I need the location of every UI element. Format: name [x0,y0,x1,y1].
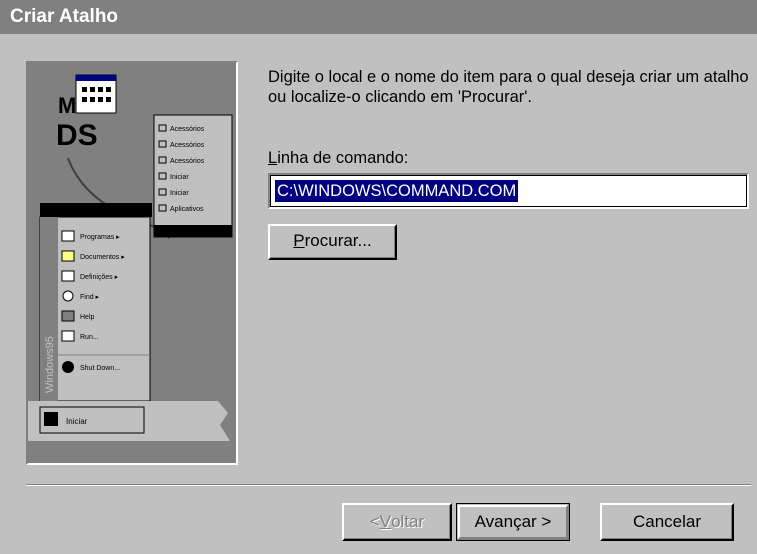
start-button-label: Iniciar [66,417,88,426]
svg-text:Windows95: Windows95 [44,336,56,393]
svg-text:Iniciar: Iniciar [170,174,189,181]
svg-text:Programas ▸: Programas ▸ [80,234,120,241]
window-title: Criar Atalho [10,6,119,27]
svg-text:Find ▸: Find ▸ [80,294,100,301]
submenu-item: Acessórios [170,126,205,133]
svg-text:Definições ▸: Definições ▸ [80,274,119,281]
footer-separator [26,484,751,486]
instruction-text: Digite o local e o nome do item para o q… [268,68,749,106]
command-line-value: C:\WINDOWS\COMMAND.COM [275,180,519,202]
back-mnemonic: V [379,512,392,531]
svg-text:Run...: Run... [80,334,99,341]
next-label: Avançar > [474,512,552,531]
label-text: inha de comando: [277,149,409,167]
illustration-graphic: M DS Acessórios Acessórios Acessórios In… [28,63,236,463]
title-bar[interactable]: Criar Atalho [0,0,757,34]
command-line-input[interactable]: C:\WINDOWS\COMMAND.COM [268,173,749,209]
command-line-label: Linha de comando: [268,149,408,168]
svg-text:Acessórios: Acessórios [170,142,205,149]
back-button[interactable]: < Voltar [342,503,452,541]
svg-text:Help: Help [80,314,95,321]
back-prefix: < [369,512,380,531]
cancel-button[interactable]: Cancelar [600,503,734,541]
browse-label: rocurar... [304,231,372,250]
browse-button[interactable]: Procurar... [268,224,397,260]
label-mnemonic: L [268,149,278,167]
wizard-illustration: M DS Acessórios Acessórios Acessórios In… [26,61,238,465]
svg-text:M: M [58,93,76,118]
svg-text:Aplicativos: Aplicativos [170,206,204,213]
back-label: oltar [391,512,425,531]
svg-text:DS: DS [56,119,98,152]
svg-text:Documentos ▸: Documentos ▸ [80,254,125,261]
cancel-label: Cancelar [632,512,702,531]
svg-text:Shut Down...: Shut Down... [80,365,120,372]
browse-mnemonic: P [293,231,305,250]
next-button[interactable]: Avançar > [456,503,570,541]
svg-text:Acessórios: Acessórios [170,158,205,165]
create-shortcut-dialog: Criar Atalho M DS Acessórios Acessórios … [0,0,757,554]
svg-text:Iniciar: Iniciar [170,190,189,197]
